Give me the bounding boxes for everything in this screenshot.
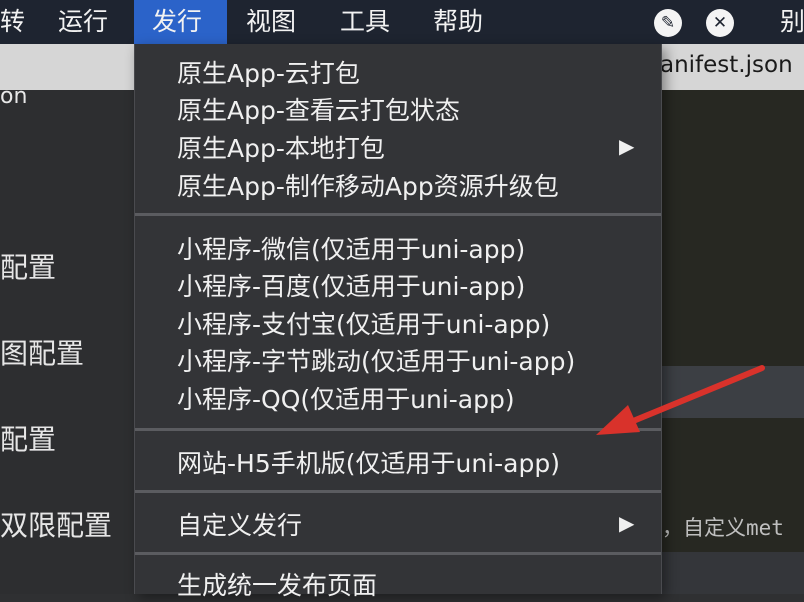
menu-option-native-cloud-build[interactable]: 原生App-云打包 [177, 54, 360, 90]
menu-separator [135, 490, 661, 493]
menu-option-miniprogram-baidu[interactable]: 小程序-百度(仅适用于uni-app) [177, 267, 525, 303]
editor-code-snippet: ，自定义met [662, 516, 784, 540]
editor-highlight-line [660, 366, 804, 418]
menu-item-run[interactable]: 运行 [58, 0, 108, 44]
sidebar-item[interactable]: 图配置 [0, 332, 84, 372]
menu-option-miniprogram-qq[interactable]: 小程序-QQ(仅适用于uni-app) [177, 380, 515, 416]
tools-icon[interactable]: ✕ [706, 9, 734, 37]
sidebar-item[interactable]: 配置 [0, 246, 56, 286]
editor-line [660, 552, 804, 594]
menu-item-publish[interactable]: 发行 [134, 0, 227, 44]
menu-separator [135, 428, 661, 431]
submenu-arrow-icon: ▶ [619, 134, 635, 158]
menu-option-h5-mobile[interactable]: 网站-H5手机版(仅适用于uni-app) [177, 444, 560, 480]
menu-item-help[interactable]: 帮助 [433, 0, 483, 44]
menu-option-miniprogram-alipay[interactable]: 小程序-支付宝(仅适用于uni-app) [177, 305, 550, 341]
menu-item-partial-left[interactable]: 转 [0, 0, 25, 44]
feather-icon[interactable]: ✎ [654, 9, 682, 37]
menu-bar: 转 运行 发行 视图 工具 帮助 ✎ ✕ 别 [0, 0, 804, 44]
menu-option-miniprogram-bytedance[interactable]: 小程序-字节跳动(仅适用于uni-app) [177, 342, 575, 378]
submenu-arrow-icon: ▶ [619, 511, 635, 535]
menu-item-tools[interactable]: 工具 [340, 0, 390, 44]
tab-manifest[interactable]: anifest.json [660, 52, 793, 78]
menu-option-native-local-build[interactable]: 原生App-本地打包 [177, 129, 385, 165]
publish-dropdown-menu: 原生App-云打包 原生App-查看云打包状态 原生App-本地打包 ▶ 原生A… [134, 44, 662, 600]
menu-option-generate-release-page[interactable]: 生成统一发布页面 [177, 566, 377, 602]
menu-option-custom-publish[interactable]: 自定义发行 [177, 506, 302, 542]
menu-item-partial-right[interactable]: 别 [780, 0, 804, 44]
menu-separator [135, 552, 661, 555]
menu-separator [135, 213, 661, 216]
menu-option-native-upgrade-package[interactable]: 原生App-制作移动App资源升级包 [177, 167, 559, 203]
menu-option-native-cloud-status[interactable]: 原生App-查看云打包状态 [177, 91, 460, 127]
sidebar-item[interactable]: 配置 [0, 418, 56, 458]
sidebar-item[interactable]: 双限配置 [0, 504, 112, 544]
menu-option-miniprogram-wechat[interactable]: 小程序-微信(仅适用于uni-app) [177, 230, 525, 266]
menu-item-view[interactable]: 视图 [246, 0, 296, 44]
